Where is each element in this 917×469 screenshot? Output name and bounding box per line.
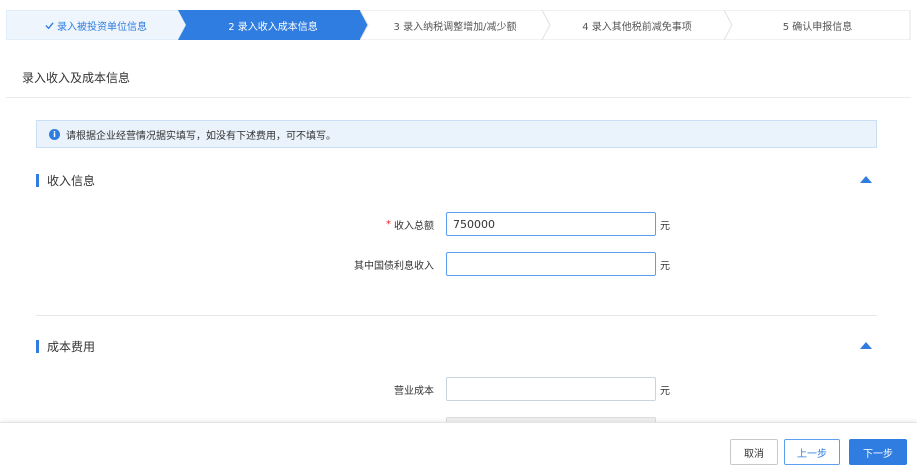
- income-total-label-text: 收入总额: [394, 220, 434, 232]
- card-title: 录入收入及成本信息: [6, 58, 911, 98]
- required-mark: *: [386, 218, 391, 230]
- bond-interest-input[interactable]: [446, 252, 656, 276]
- check-icon: [45, 21, 54, 29]
- step-4-label: 4 录入其他税前减免事项: [582, 21, 692, 33]
- operating-cost-label: 营业成本: [394, 385, 434, 397]
- form-card: 录入收入及成本信息 i 请根据企业经营情况据实填写，如没有下述费用，可不填写。 …: [6, 58, 911, 469]
- prev-step-button[interactable]: 上一步: [784, 439, 840, 465]
- info-icon: i: [49, 128, 60, 140]
- bond-interest-label: 其中国债利息收入: [354, 260, 434, 272]
- income-total-unit: 元: [660, 220, 670, 232]
- income-section-label: 收入信息: [47, 173, 96, 188]
- income-total-label: * 收入总额: [386, 212, 434, 236]
- section-marker: [36, 173, 39, 187]
- next-step-button[interactable]: 下一步: [849, 439, 907, 465]
- bond-interest-unit: 元: [660, 260, 670, 272]
- collapse-income-icon[interactable]: [860, 176, 872, 183]
- notice-text: 请根据企业经营情况据实填写，如没有下述费用，可不填写。: [66, 130, 336, 142]
- bond-interest-row: 其中国债利息收入 元: [6, 252, 911, 276]
- section-marker: [36, 339, 39, 353]
- income-section-title: 收入信息: [36, 172, 95, 188]
- section-divider: [36, 315, 877, 316]
- step-bar: 录入被投资单位信息 2 录入收入成本信息 3 录入纳税调整增加/减少额 4 录入…: [6, 10, 911, 40]
- operating-cost-input[interactable]: [446, 377, 656, 401]
- collapse-cost-icon[interactable]: [860, 342, 872, 349]
- step-2[interactable]: 2 录入收入成本信息: [178, 10, 368, 40]
- cancel-button[interactable]: 取消: [730, 439, 778, 465]
- income-total-row: * 收入总额 元: [6, 212, 911, 236]
- notice-banner: i 请根据企业经营情况据实填写，如没有下述费用，可不填写。: [36, 120, 877, 148]
- cost-section-title: 成本费用: [36, 338, 95, 354]
- step-5[interactable]: 5 确认申报信息: [724, 10, 911, 40]
- income-total-input[interactable]: [446, 212, 656, 236]
- step-3-label: 3 录入纳税调整增加/减少额: [393, 21, 517, 33]
- cost-section-label: 成本费用: [47, 339, 96, 354]
- step-4[interactable]: 4 录入其他税前减免事项: [542, 10, 732, 40]
- step-5-label: 5 确认申报信息: [782, 21, 853, 33]
- operating-cost-row: 营业成本 元: [6, 377, 911, 401]
- step-1[interactable]: 录入被投资单位信息: [6, 10, 186, 40]
- step-1-label: 录入被投资单位信息: [57, 21, 147, 33]
- footer-bar: 取消 上一步 下一步: [0, 422, 917, 469]
- step-2-label: 2 录入收入成本信息: [228, 21, 318, 33]
- operating-cost-unit: 元: [660, 385, 670, 397]
- step-3[interactable]: 3 录入纳税调整增加/减少额: [360, 10, 550, 40]
